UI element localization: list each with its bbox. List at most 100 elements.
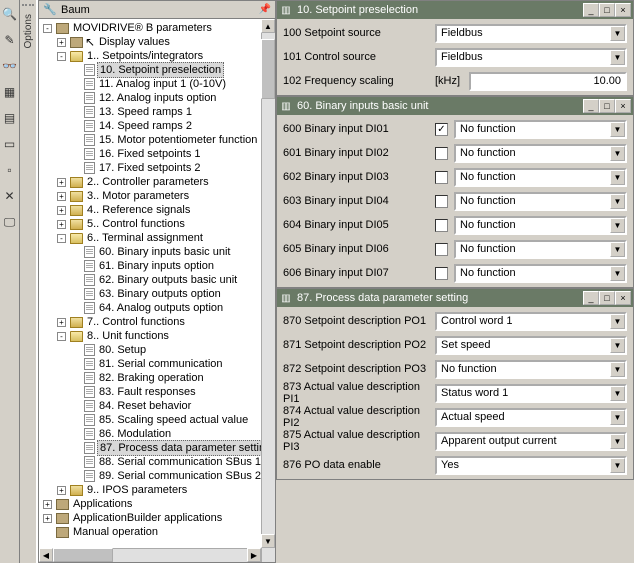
tree-root-label[interactable]: MOVIDRIVE® B parameters <box>71 21 214 35</box>
maximize-button[interactable]: □ <box>599 3 615 17</box>
tree-node[interactable]: 15. Motor potentiometer function <box>71 133 275 147</box>
tree-node-label[interactable]: ApplicationBuilder applications <box>71 511 224 525</box>
blank-icon[interactable]: ▫ <box>2 162 18 178</box>
tree-node-label[interactable]: 1.. Setpoints/integrators <box>85 49 205 63</box>
tree-node-label[interactable]: 16. Fixed setpoints 1 <box>97 147 203 161</box>
tree-node-label[interactable]: 4.. Reference signals <box>85 203 192 217</box>
param-602-select[interactable]: No function▼ <box>454 168 627 187</box>
tree-node-label[interactable]: 87. Process data parameter settin <box>97 440 268 456</box>
chevron-down-icon[interactable]: ▼ <box>610 314 625 329</box>
tree-node-label[interactable]: Manual operation <box>71 525 160 539</box>
tree-node[interactable]: +9.. IPOS parameters <box>57 483 275 497</box>
tree-node-label[interactable]: 60. Binary inputs basic unit <box>97 245 232 259</box>
scroll-left-button[interactable]: ◀ <box>39 548 53 562</box>
tree-node-label[interactable]: 12. Analog inputs option <box>97 91 218 105</box>
tree-node[interactable]: +7.. Control functions <box>57 315 275 329</box>
tree-node[interactable]: -8.. Unit functions80. Setup81. Serial c… <box>57 329 275 483</box>
tree-node-label[interactable]: 86. Modulation <box>97 427 173 441</box>
tree-node-label[interactable]: 83. Fault responses <box>97 385 198 399</box>
tree-node-label[interactable]: 80. Setup <box>97 343 148 357</box>
tree-node-label[interactable]: 13. Speed ramps 1 <box>97 105 194 119</box>
cancel-icon[interactable]: ✕ <box>2 188 18 204</box>
tree-node-label[interactable]: 82. Braking operation <box>97 371 206 385</box>
close-button[interactable]: × <box>615 3 631 17</box>
tree-node-label[interactable]: 7.. Control functions <box>85 315 187 329</box>
panel87-titlebar[interactable]: ▥ 87. Process data parameter setting _ □… <box>277 289 633 307</box>
tree-node[interactable]: 11. Analog input 1 (0-10V) <box>71 77 275 91</box>
tree-node-label[interactable]: 3.. Motor parameters <box>85 189 191 203</box>
binoculars-icon[interactable]: 👓 <box>2 58 18 74</box>
maximize-button[interactable]: □ <box>599 99 615 113</box>
expander-icon[interactable]: - <box>57 332 66 341</box>
expander-icon[interactable]: + <box>57 206 66 215</box>
expander-icon[interactable]: + <box>57 220 66 229</box>
tree-node[interactable]: 80. Setup <box>71 343 275 357</box>
minimize-button[interactable]: _ <box>583 99 599 113</box>
tree-node-label[interactable]: 81. Serial communication <box>97 357 225 371</box>
tree-node-label[interactable]: 6.. Terminal assignment <box>85 231 205 245</box>
param-600-select[interactable]: No function▼ <box>454 120 627 139</box>
expander-icon[interactable]: + <box>57 192 66 201</box>
tree-node-label[interactable]: 84. Reset behavior <box>97 399 193 413</box>
tree-node[interactable]: 16. Fixed setpoints 1 <box>71 147 275 161</box>
chevron-down-icon[interactable]: ▼ <box>610 266 625 281</box>
tree-node[interactable]: 60. Binary inputs basic unit <box>71 245 275 259</box>
tree-node-label[interactable]: 63. Binary outputs option <box>97 287 223 301</box>
chevron-down-icon[interactable]: ▼ <box>610 218 625 233</box>
param-604-select[interactable]: No function▼ <box>454 216 627 235</box>
param-601-select[interactable]: No function▼ <box>454 144 627 163</box>
scroll-up-button[interactable]: ▲ <box>261 19 275 33</box>
param-870-select[interactable]: Control word 1▼ <box>435 312 627 331</box>
scroll-right-button[interactable]: ▶ <box>247 548 261 562</box>
v-scrollbar[interactable] <box>261 19 275 562</box>
tree-node-label[interactable]: 5.. Control functions <box>85 217 187 231</box>
tree-node-label[interactable]: 10. Setpoint preselection <box>97 62 224 78</box>
param-606-select[interactable]: No function▼ <box>454 264 627 283</box>
tree-node[interactable]: +3.. Motor parameters <box>57 189 275 203</box>
chevron-down-icon[interactable]: ▼ <box>610 362 625 377</box>
expander-icon[interactable]: - <box>43 24 52 33</box>
panel60-titlebar[interactable]: ▥ 60. Binary inputs basic unit _ □ × <box>277 97 633 115</box>
chevron-down-icon[interactable]: ▼ <box>610 338 625 353</box>
tree-node[interactable]: 13. Speed ramps 1 <box>71 105 275 119</box>
param-603-select[interactable]: No function▼ <box>454 192 627 211</box>
chevron-down-icon[interactable]: ▼ <box>610 410 625 425</box>
minimize-button[interactable]: _ <box>583 291 599 305</box>
tree-node[interactable]: - 6.. Terminal assignment60. Binary input… <box>57 231 275 315</box>
param-100-select[interactable]: Fieldbus▼ <box>435 24 627 43</box>
scroll-down-button[interactable]: ▼ <box>261 534 275 548</box>
param-875-select[interactable]: Apparent output current▼ <box>435 432 627 451</box>
grid1-icon[interactable]: ▦ <box>2 84 18 100</box>
window-icon[interactable]: ▭ <box>2 136 18 152</box>
maximize-button[interactable]: □ <box>599 291 615 305</box>
tree-node-label[interactable]: 88. Serial communication SBus 1 <box>97 455 263 469</box>
close-button[interactable]: × <box>615 291 631 305</box>
expander-icon[interactable]: + <box>57 486 66 495</box>
expander-icon[interactable]: - <box>57 52 66 61</box>
tree-node[interactable]: 86. Modulation <box>71 427 275 441</box>
param-604-checkbox[interactable] <box>435 219 448 232</box>
eyedrop-icon[interactable]: ✎ <box>2 32 18 48</box>
tree-node-label[interactable]: 62. Binary outputs basic unit <box>97 273 239 287</box>
pin-icon[interactable]: 📌 <box>259 4 271 15</box>
tree-node[interactable]: 85. Scaling speed actual value <box>71 413 275 427</box>
tree-node[interactable]: 63. Binary outputs option <box>71 287 275 301</box>
param-605-checkbox[interactable] <box>435 243 448 256</box>
param-603-checkbox[interactable] <box>435 195 448 208</box>
parameter-tree[interactable]: -MOVIDRIVE® B parameters+Display values-… <box>39 19 275 541</box>
param-602-checkbox[interactable] <box>435 171 448 184</box>
param-873-select[interactable]: Status word 1▼ <box>435 384 627 403</box>
param-871-select[interactable]: Set speed▼ <box>435 336 627 355</box>
v-scroll-thumb[interactable] <box>261 39 275 99</box>
chevron-down-icon[interactable]: ▼ <box>610 170 625 185</box>
chevron-down-icon[interactable]: ▼ <box>610 458 625 473</box>
tree-node[interactable]: 17. Fixed setpoints 2 <box>71 161 275 175</box>
tree-node[interactable]: +4.. Reference signals <box>57 203 275 217</box>
h-scroll-thumb[interactable] <box>53 548 113 562</box>
tree-node[interactable]: 87. Process data parameter settin <box>71 441 275 455</box>
expander-icon[interactable]: - <box>57 234 66 243</box>
chevron-down-icon[interactable]: ▼ <box>610 386 625 401</box>
tree-node-label[interactable]: 61. Binary inputs option <box>97 259 216 273</box>
tree-node[interactable]: 83. Fault responses <box>71 385 275 399</box>
tree-node[interactable]: 12. Analog inputs option <box>71 91 275 105</box>
